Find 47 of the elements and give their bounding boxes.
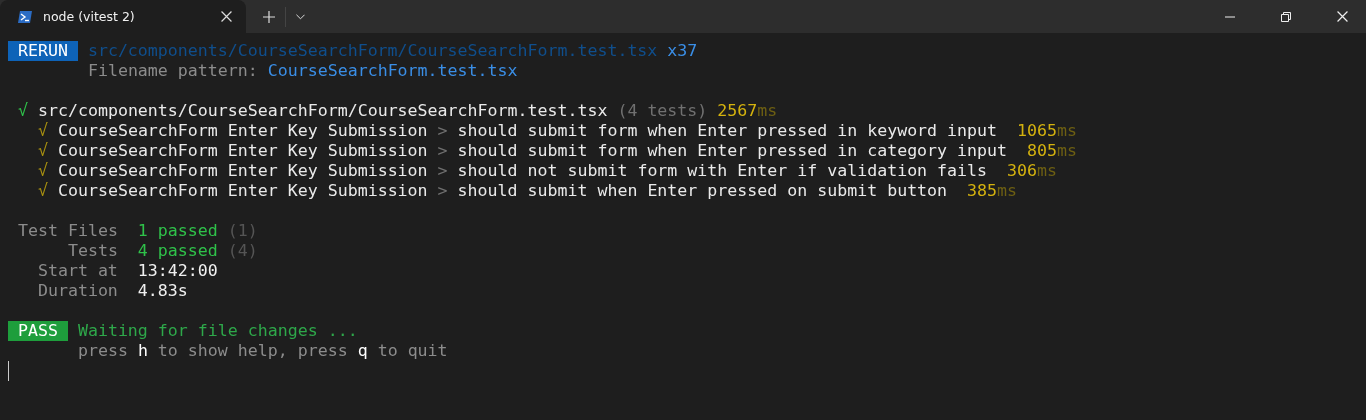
summary-value: 4 passed [137, 241, 218, 261]
test-group: CourseSearchForm Enter Key Submission [57, 121, 428, 141]
test-title: should not submit form with Enter if validation fails [457, 161, 988, 181]
pattern-label: Filename pattern: [87, 61, 258, 81]
check-icon: √ [37, 181, 48, 201]
rerun-count: x37 [667, 41, 698, 61]
duration: 306ms [1007, 161, 1057, 181]
terminal-tab[interactable]: node (vitest 2) [0, 0, 246, 33]
summary-value: 13:42:00 [137, 261, 218, 281]
restore-icon[interactable] [1281, 11, 1291, 22]
check-icon: √ [37, 161, 48, 181]
separator: > [437, 161, 448, 181]
summary-value: 4.83s [137, 281, 188, 301]
separator: > [437, 141, 448, 161]
summary-label: Tests [66, 241, 118, 261]
duration: 1065ms [1017, 121, 1077, 141]
check-icon: √ [18, 101, 28, 121]
dropdown-icon[interactable] [296, 13, 305, 20]
file-path: src/components/CourseSearchForm/CourseSearchForm.test.tsx [37, 101, 608, 121]
file-path: src/components/CourseSearchForm/CourseSearchForm.test.tsx [87, 41, 658, 61]
duration: 2567ms [717, 101, 778, 121]
test-group: CourseSearchForm Enter Key Submission [57, 141, 428, 161]
test-title: should submit form when Enter pressed in keyword input [457, 121, 998, 141]
summary-value: 1 passed [137, 221, 218, 241]
close-icon[interactable] [1337, 11, 1348, 22]
summary-label: Duration [36, 281, 118, 301]
test-group: CourseSearchForm Enter Key Submission [57, 181, 428, 201]
close-icon[interactable] [221, 11, 232, 22]
summary-label: Start at [36, 261, 118, 281]
separator: > [437, 121, 448, 141]
new-tab-icon[interactable] [263, 10, 275, 23]
status-message: Waiting for file changes ... [77, 321, 358, 341]
check-icon: √ [37, 121, 48, 141]
test-count: (4 tests) [617, 101, 708, 121]
pass-badge: PASS [8, 321, 68, 341]
summary-label: Test Files [18, 221, 118, 241]
test-title: should submit when Enter pressed on submit button [457, 181, 948, 201]
test-group: CourseSearchForm Enter Key Submission [57, 161, 428, 181]
pattern-value: CourseSearchForm.test.tsx [267, 61, 518, 81]
help-hint: press h to show help, press q to quit [77, 341, 448, 361]
duration: 385ms [967, 181, 1018, 201]
check-icon: √ [37, 141, 48, 161]
test-title: should submit form when Enter pressed in category input [457, 141, 1008, 161]
terminal-icon [17, 9, 33, 24]
duration: 805ms [1027, 141, 1077, 161]
rerun-badge: RERUN [8, 41, 78, 61]
separator: > [437, 181, 448, 201]
